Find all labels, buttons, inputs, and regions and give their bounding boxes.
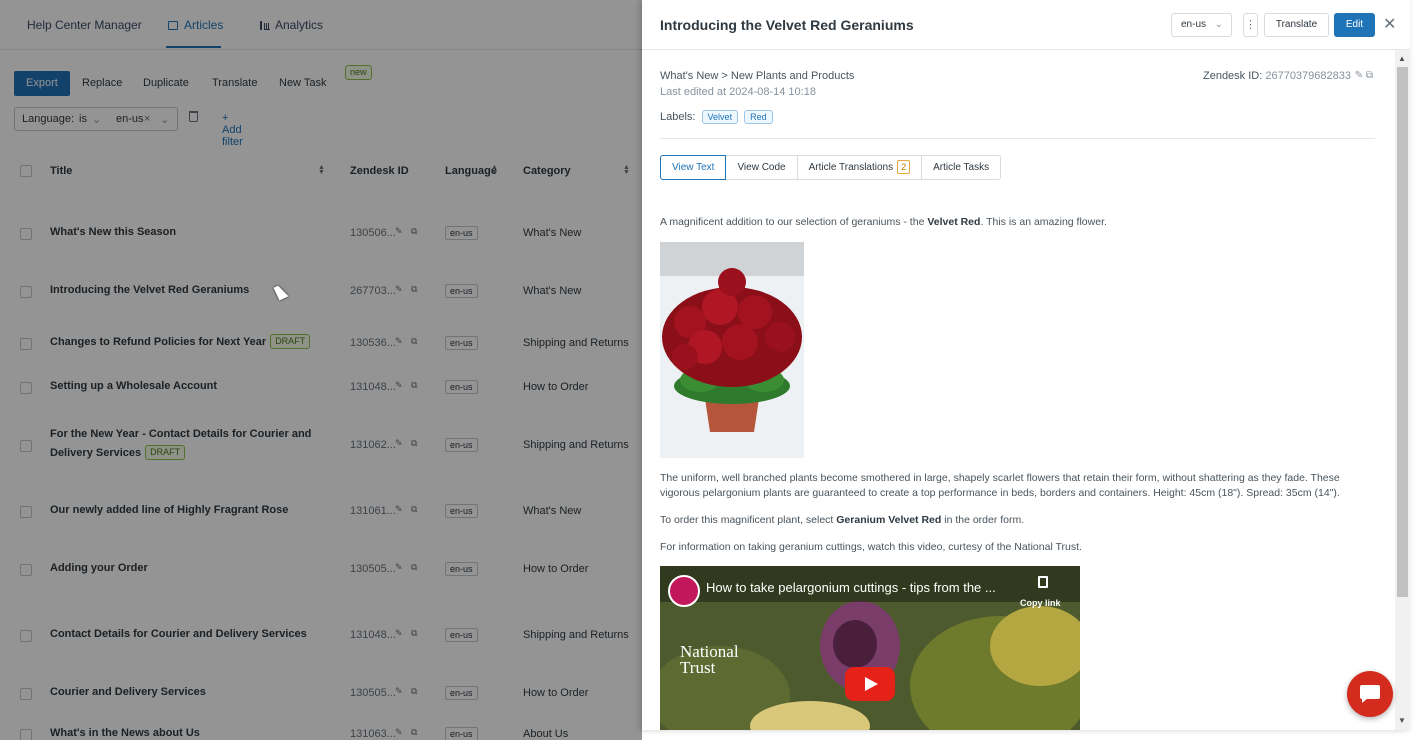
close-icon[interactable]: ✕ bbox=[1383, 15, 1396, 35]
video-title[interactable]: How to take pelargonium cuttings - tips … bbox=[706, 580, 996, 595]
label-chip[interactable]: Red bbox=[744, 110, 773, 124]
scrollbar-thumb[interactable] bbox=[1397, 67, 1408, 597]
tab-view-text[interactable]: View Text bbox=[660, 155, 727, 180]
language-select-value: en-us bbox=[1181, 19, 1207, 30]
article-view-tabs: View Text View Code Article Translations… bbox=[660, 155, 1002, 180]
national-trust-logo: National Trust bbox=[680, 643, 739, 677]
paragraph: A magnificent addition to our selection … bbox=[660, 215, 1107, 230]
logo-text: Trust bbox=[680, 658, 716, 677]
panel-title: Introducing the Velvet Red Geraniums bbox=[660, 17, 914, 33]
tab-article-translations-label: Article Translations bbox=[808, 162, 894, 173]
tab-article-tasks[interactable]: Article Tasks bbox=[921, 155, 1002, 180]
scroll-up-icon[interactable]: ▲ bbox=[1398, 54, 1406, 63]
channel-avatar[interactable] bbox=[668, 575, 700, 607]
edit-button[interactable]: Edit bbox=[1334, 13, 1375, 37]
translations-count-badge: 2 bbox=[897, 160, 911, 174]
chat-icon[interactable] bbox=[1347, 671, 1393, 717]
kebab-icon: ⋮ bbox=[1245, 19, 1256, 31]
breadcrumb[interactable]: What's New > New Plants and Products bbox=[660, 70, 854, 82]
zendesk-id-value: 26770379682833 bbox=[1265, 70, 1351, 82]
article-detail-panel: Introducing the Velvet Red Geraniums en-… bbox=[642, 0, 1410, 730]
external-link-icon[interactable]: ⧉ bbox=[1366, 70, 1373, 81]
text-span: A magnificent addition to our selection … bbox=[660, 216, 928, 228]
text-span: To order this magnificent plant, select bbox=[660, 514, 837, 526]
divider bbox=[660, 138, 1375, 139]
label-chip[interactable]: Velvet bbox=[701, 110, 739, 124]
text-span: in the order form. bbox=[941, 514, 1025, 526]
copy-icon[interactable] bbox=[1038, 576, 1048, 588]
tab-view-code[interactable]: View Code bbox=[725, 155, 798, 180]
chevron-down-icon: ⌄ bbox=[1214, 19, 1223, 30]
scroll-down-icon[interactable]: ▼ bbox=[1398, 716, 1406, 725]
video-embed[interactable]: How to take pelargonium cuttings - tips … bbox=[660, 566, 1080, 730]
last-edited: Last edited at 2024-08-14 10:18 bbox=[660, 86, 816, 98]
text-span: . This is an amazing flower. bbox=[980, 216, 1107, 228]
panel-body: What's New > New Plants and Products Las… bbox=[642, 51, 1395, 730]
panel-scrollbar[interactable]: ▲ ▼ bbox=[1395, 50, 1410, 730]
tab-article-translations[interactable]: Article Translations 2 bbox=[796, 155, 923, 180]
geranium-image bbox=[660, 242, 804, 458]
more-options-button[interactable]: ⋮ bbox=[1243, 13, 1258, 37]
zendesk-id: Zendesk ID: 26770379682833 bbox=[1203, 70, 1351, 82]
text-bold: Geranium Velvet Red bbox=[836, 514, 942, 526]
labels-title: Labels: bbox=[660, 111, 696, 123]
paragraph: To order this magnificent plant, select … bbox=[660, 513, 1024, 528]
geranium-illustration bbox=[660, 242, 804, 458]
edit-pencil-icon[interactable]: ✎ bbox=[1355, 70, 1363, 81]
zendesk-id-label: Zendesk ID: bbox=[1202, 70, 1266, 82]
panel-header: Introducing the Velvet Red Geraniums en-… bbox=[642, 0, 1410, 50]
help-center-background: Help Center Manager Articles Analytics E… bbox=[0, 0, 642, 740]
modal-backdrop[interactable] bbox=[0, 0, 642, 740]
play-icon[interactable] bbox=[845, 667, 895, 701]
language-select[interactable]: en-us ⌄ bbox=[1171, 13, 1232, 37]
text-bold: Velvet Red bbox=[927, 216, 981, 228]
app-root: Help Center Manager Articles Analytics E… bbox=[0, 0, 1416, 740]
paragraph: For information on taking geranium cutti… bbox=[660, 541, 1082, 553]
paragraph: The uniform, well branched plants become… bbox=[660, 472, 1340, 499]
zendesk-actions: ✎ ⧉ bbox=[1355, 70, 1373, 81]
translate-article-button[interactable]: Translate bbox=[1264, 13, 1329, 37]
copy-link-label[interactable]: Copy link bbox=[1020, 596, 1061, 611]
labels-row: Labels: Velvet Red bbox=[660, 110, 773, 124]
